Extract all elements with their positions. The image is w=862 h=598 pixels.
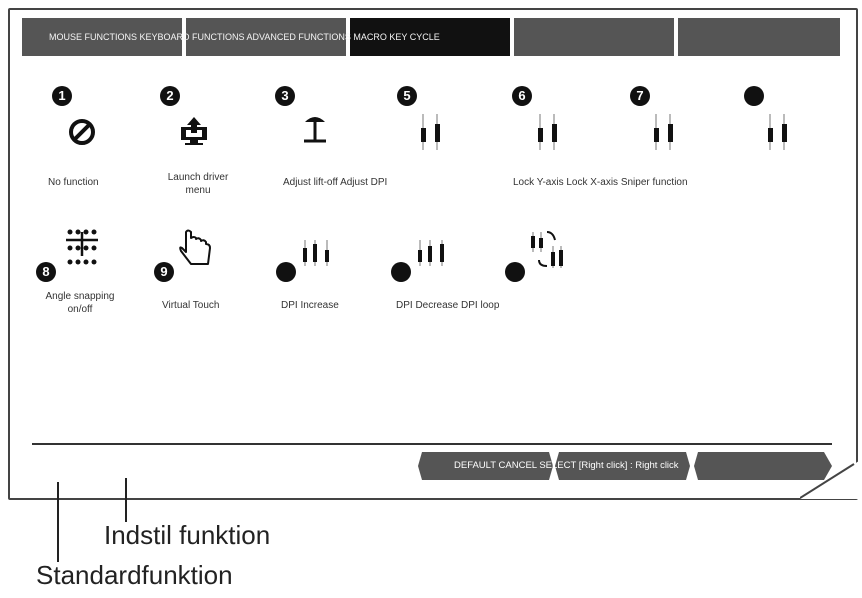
tab-bar: MOUSE FUNCTIONS KEYBOARD FUNCTIONS ADVAN…	[22, 18, 840, 56]
badge-7: 7	[630, 86, 650, 106]
right-click-button[interactable]	[694, 452, 832, 480]
label-virtual-touch: Virtual Touch	[162, 300, 220, 311]
badge-dpi-loop	[505, 262, 525, 282]
dpi-increase-icon[interactable]	[297, 238, 337, 268]
badge-9: 9	[154, 262, 174, 282]
pointer-line-set	[125, 478, 127, 522]
dpi-slider-icon-8[interactable]	[762, 112, 792, 152]
label-angle-snapping: Angle snapping on/off	[45, 291, 115, 315]
label-dpi-increase: DPI Increase	[281, 300, 339, 311]
badge-blank-1	[744, 86, 764, 106]
angle-snapping-icon[interactable]	[64, 228, 100, 268]
badge-dpi-increase	[276, 262, 296, 282]
label-launch-driver: Launch driver menu	[167, 172, 229, 196]
dpi-loop-icon[interactable]	[525, 228, 569, 272]
dpi-slider-icon-5[interactable]	[415, 112, 445, 152]
lift-off-icon[interactable]	[300, 112, 330, 146]
badge-dpi-decrease	[391, 262, 411, 282]
dpi-slider-icon-6[interactable]	[532, 112, 562, 152]
label-no-function: No function	[48, 177, 99, 188]
badge-1: 1	[52, 86, 72, 106]
tab-labels: MOUSE FUNCTIONS KEYBOARD FUNCTIONS ADVAN…	[49, 32, 440, 42]
label-lift-off: Adjust lift-off Adjust DPI	[283, 177, 388, 188]
annotation-default-function: Standardfunktion	[36, 560, 233, 590]
footer-buttons: DEFAULT CANCEL SELECT [Right click] : Ri…	[418, 452, 832, 480]
label-lock-axis: Lock Y-axis Lock X-axis Sniper function	[513, 177, 688, 188]
badge-8: 8	[36, 262, 56, 282]
badge-2: 2	[160, 86, 180, 106]
pointer-line-default	[57, 482, 59, 562]
launch-driver-icon[interactable]	[178, 115, 210, 147]
dpi-decrease-icon[interactable]	[412, 238, 452, 268]
hand-pointer-icon[interactable]	[176, 226, 220, 270]
no-entry-icon[interactable]	[67, 117, 97, 147]
tab-key-cycle[interactable]	[514, 18, 674, 56]
annotation-set-function: Indstil funktion	[104, 520, 271, 550]
dpi-slider-icon-7[interactable]	[648, 112, 678, 152]
badge-3: 3	[275, 86, 295, 106]
footer-divider	[32, 443, 832, 445]
tab-extra[interactable]	[678, 18, 840, 56]
badge-6: 6	[512, 86, 532, 106]
footer-buttons-label: DEFAULT CANCEL SELECT [Right click] : Ri…	[454, 460, 679, 471]
label-dpi-decrease-loop: DPI Decrease DPI loop	[396, 300, 500, 311]
badge-5: 5	[397, 86, 417, 106]
